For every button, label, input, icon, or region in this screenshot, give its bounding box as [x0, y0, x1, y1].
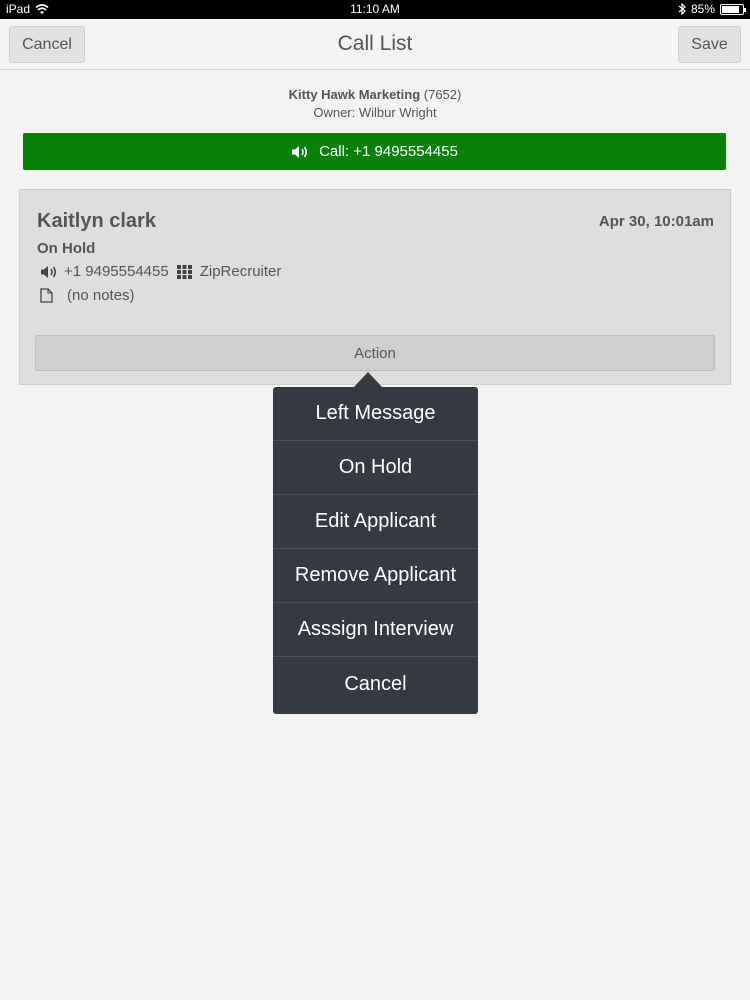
menu-item-asssign-interview[interactable]: Asssign Interview	[273, 603, 478, 657]
battery-icon	[720, 3, 746, 15]
menu-item-cancel[interactable]: Cancel	[273, 657, 478, 711]
speaker-icon	[292, 145, 308, 158]
popover-arrow	[354, 372, 382, 387]
status-time: 11:10 AM	[350, 2, 400, 16]
applicant-phone[interactable]: +1 9495554455	[64, 263, 169, 280]
call-label: Call: +1 9495554455	[319, 143, 458, 160]
account-owner: Owner: Wilbur Wright	[313, 105, 437, 120]
call-button[interactable]: Call: +1 9495554455	[23, 133, 726, 170]
applicant-contact: +1 9495554455 ZipRecruiter	[40, 263, 281, 280]
applicant-notes-row: (no notes)	[40, 287, 135, 304]
account-id: (7652)	[423, 87, 462, 102]
applicant-name: Kaitlyn clark	[37, 210, 156, 232]
bluetooth-icon	[678, 3, 686, 15]
speaker-icon	[41, 265, 56, 278]
applicant-notes: (no notes)	[67, 287, 135, 304]
applicant-source: ZipRecruiter	[199, 263, 282, 280]
action-button[interactable]: Action	[35, 335, 715, 371]
menu-item-edit-applicant[interactable]: Edit Applicant	[273, 495, 478, 549]
nav-bar: Cancel Call List Save	[0, 19, 750, 70]
save-button[interactable]: Save	[678, 26, 741, 63]
page-title: Call List	[337, 32, 413, 55]
battery-percent: 85%	[690, 2, 715, 16]
status-bar: iPad 11:10 AM 85%	[0, 0, 750, 19]
applicant-status: On Hold	[37, 240, 96, 257]
menu-item-on-hold[interactable]: On Hold	[273, 441, 478, 495]
applicant-card: Kaitlyn clark Apr 30, 10:01am On Hold +1…	[19, 189, 731, 385]
document-icon	[40, 288, 53, 303]
menu-item-left-message[interactable]: Left Message	[273, 387, 478, 441]
menu-item-remove-applicant[interactable]: Remove Applicant	[273, 549, 478, 603]
battery-fill	[722, 5, 739, 13]
grid-icon	[176, 264, 192, 279]
account-name: Kitty Hawk Marketing	[288, 87, 421, 102]
account-info: Kitty Hawk Marketing (7652) Owner: Wilbu…	[0, 86, 750, 122]
action-menu: Left Message On Hold Edit Applicant Remove …	[273, 387, 478, 714]
applicant-date: Apr 30, 10:01am	[598, 213, 714, 230]
